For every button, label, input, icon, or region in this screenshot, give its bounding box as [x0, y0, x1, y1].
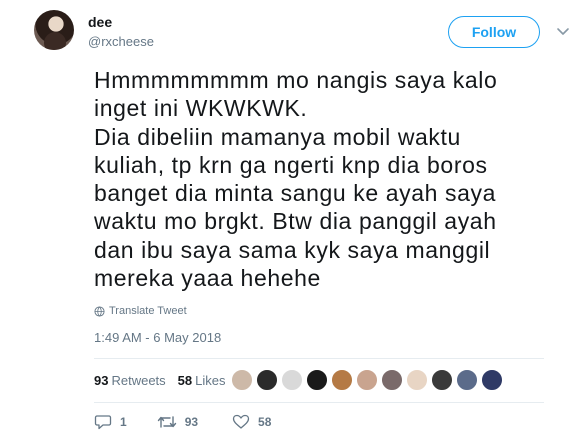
- liker-avatar[interactable]: [381, 369, 403, 391]
- like-count: 58: [258, 415, 272, 429]
- retweet-count: 93: [184, 415, 199, 429]
- liker-avatar[interactable]: [306, 369, 328, 391]
- tweet-actions: 1 93 58: [94, 412, 271, 432]
- reply-icon: [94, 415, 112, 430]
- divider: [94, 402, 544, 403]
- retweets-count: 93: [94, 372, 109, 388]
- retweet-action[interactable]: 93: [157, 414, 198, 430]
- translate-tweet-link[interactable]: Translate Tweet: [94, 304, 187, 318]
- liker-avatar[interactable]: [281, 369, 303, 391]
- reply-count: 1: [120, 415, 127, 429]
- like-action[interactable]: 58: [232, 414, 271, 430]
- translate-label[interactable]: Translate Tweet: [109, 305, 187, 317]
- divider: [94, 358, 544, 359]
- follow-button[interactable]: Follow: [448, 16, 540, 48]
- liker-avatar[interactable]: [356, 369, 378, 391]
- liker-avatar[interactable]: [231, 369, 253, 391]
- user-name[interactable]: dee: [88, 14, 112, 30]
- tweet-stats: 93 Retweets 58 Likes: [94, 366, 238, 394]
- liker-avatar[interactable]: [481, 369, 503, 391]
- liker-avatar[interactable]: [456, 369, 478, 391]
- likes-count: 58: [177, 372, 193, 388]
- likers-avatars: [231, 366, 506, 394]
- liker-avatar[interactable]: [431, 369, 453, 391]
- liker-avatar[interactable]: [256, 369, 278, 391]
- reply-action[interactable]: 1: [94, 414, 127, 430]
- likes-label: Likes: [195, 372, 226, 388]
- user-handle[interactable]: @rxcheese: [88, 34, 154, 49]
- tweet-text: Hmmmmmmmm mo nangis saya kalo inget ini …: [94, 67, 498, 292]
- chevron-down-icon[interactable]: [554, 22, 572, 40]
- retweets-label: Retweets: [111, 372, 166, 388]
- tweet-timestamp[interactable]: 1:49 AM - 6 May 2018: [94, 330, 221, 345]
- globe-icon: [94, 305, 105, 317]
- liker-avatar[interactable]: [331, 369, 353, 391]
- likes-stat[interactable]: 58 Likes: [178, 373, 226, 388]
- tweet-header: dee @rxcheese Follow: [34, 10, 572, 60]
- heart-icon: [232, 414, 250, 429]
- retweets-stat[interactable]: 93 Retweets: [94, 373, 166, 388]
- avatar[interactable]: [34, 10, 74, 50]
- retweet-icon: [157, 416, 176, 428]
- liker-avatar[interactable]: [406, 369, 428, 391]
